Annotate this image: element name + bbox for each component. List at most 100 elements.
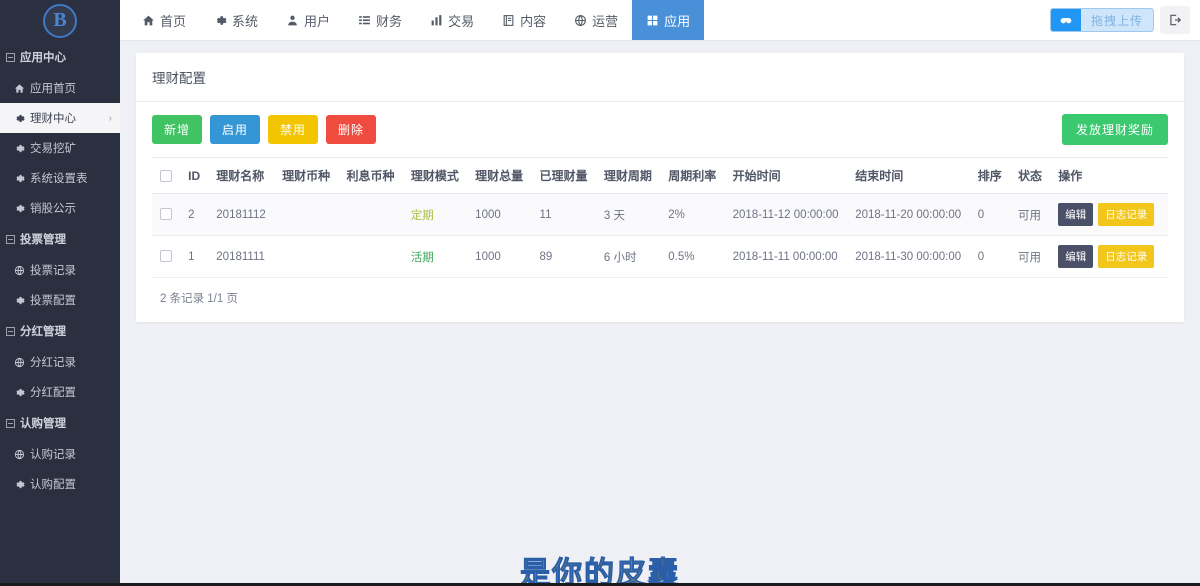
gear-icon <box>14 203 25 214</box>
sidebar-group-label: 投票管理 <box>20 231 66 247</box>
topnav-item-label: 系统 <box>232 11 258 30</box>
row-checkbox[interactable] <box>160 208 172 220</box>
finance-config-table: ID理财名称理财币种利息币种理财模式理财总量已理财量理财周期周期利率开始时间结束… <box>152 157 1168 278</box>
topnav-item-3[interactable]: 财务 <box>344 0 416 40</box>
topnav-item-7[interactable]: 应用 <box>632 0 704 40</box>
row-used: 89 <box>532 236 596 278</box>
topnav-item-4[interactable]: 交易 <box>416 0 488 40</box>
column-header-4: 理财模式 <box>403 158 467 194</box>
column-header-2: 理财币种 <box>274 158 338 194</box>
globe-icon <box>14 357 25 368</box>
enable-button[interactable]: 启用 <box>210 115 260 144</box>
row-edit-button[interactable]: 编辑 <box>1058 245 1093 268</box>
add-button[interactable]: 新增 <box>152 115 202 144</box>
sidebar-item-0-4[interactable]: 销股公示 <box>0 193 120 223</box>
row-id: 2 <box>180 194 208 236</box>
header-actions: 拖拽上传 <box>1050 0 1200 40</box>
row-log-button[interactable]: 日志记录 <box>1098 245 1154 268</box>
row-start-time: 2018-11-11 00:00:00 <box>725 236 848 278</box>
home-icon <box>142 14 155 27</box>
column-header-1: 理财名称 <box>208 158 274 194</box>
main-content: 理财配置 新增 启用 禁用 删除 发放理财奖励 ID理财名称理财币种利息币种理财… <box>120 41 1200 586</box>
sidebar-item-1-1[interactable]: 投票配置 <box>0 285 120 315</box>
issue-reward-button[interactable]: 发放理财奖励 <box>1062 114 1168 145</box>
list-icon <box>358 14 371 27</box>
top-navigation: 首页 系统 用户财务 交易内容运营 应用 <box>120 0 1050 40</box>
sidebar-item-0-0[interactable]: 应用首页 <box>0 73 120 103</box>
select-all-checkbox[interactable] <box>160 170 172 182</box>
row-coin <box>274 236 338 278</box>
sidebar-item-label: 应用首页 <box>30 80 76 96</box>
delete-button[interactable]: 删除 <box>326 115 376 144</box>
drag-upload-badge[interactable]: 拖拽上传 <box>1050 8 1154 32</box>
sidebar-item-0-3[interactable]: 系统设置表 <box>0 163 120 193</box>
row-log-button[interactable]: 日志记录 <box>1098 203 1154 226</box>
mode-badge: 定期 <box>411 210 434 222</box>
sidebar-item-0-1[interactable]: 理财中心› <box>0 103 120 133</box>
row-select[interactable] <box>152 236 180 278</box>
document-icon <box>502 14 515 27</box>
sidebar-item-1-0[interactable]: 投票记录 <box>0 255 120 285</box>
sidebar-item-3-0[interactable]: 认购记录 <box>0 439 120 469</box>
sidebar-item-2-1[interactable]: 分红配置 <box>0 377 120 407</box>
column-header-6: 已理财量 <box>532 158 596 194</box>
column-header-8: 周期利率 <box>660 158 724 194</box>
topnav-item-5[interactable]: 内容 <box>488 0 560 40</box>
row-end-time: 2018-11-30 00:00:00 <box>847 236 970 278</box>
collapse-icon <box>6 327 15 336</box>
topnav-item-label: 用户 <box>304 11 330 30</box>
table-row[interactable]: 120181111活期1000896 小时0.5%2018-11-11 00:0… <box>152 236 1168 278</box>
page-title: 理财配置 <box>136 53 1184 102</box>
globe-icon <box>14 265 25 276</box>
sidebar-item-label: 投票配置 <box>30 292 76 308</box>
gear-icon <box>14 295 25 306</box>
sidebar-group-3[interactable]: 认购管理 <box>0 407 120 439</box>
topnav-item-1[interactable]: 系统 <box>200 0 272 40</box>
grid-icon <box>646 14 659 27</box>
column-header-12: 状态 <box>1010 158 1050 194</box>
column-header-9: 开始时间 <box>725 158 848 194</box>
row-checkbox[interactable] <box>160 250 172 262</box>
app-logo[interactable]: B <box>0 0 120 41</box>
topnav-item-label: 应用 <box>664 11 690 30</box>
logout-icon[interactable] <box>1160 6 1190 34</box>
gear-icon <box>14 387 25 398</box>
sidebar-group-2[interactable]: 分红管理 <box>0 315 120 347</box>
disable-button[interactable]: 禁用 <box>268 115 318 144</box>
sidebar-item-label: 分红配置 <box>30 384 76 400</box>
action-toolbar: 新增 启用 禁用 删除 发放理财奖励 <box>152 114 1168 145</box>
column-header-13: 操作 <box>1050 158 1168 194</box>
sidebar-group-0[interactable]: 应用中心 <box>0 41 120 73</box>
row-period: 3 天 <box>596 194 660 236</box>
user-icon <box>286 14 299 27</box>
row-period: 6 小时 <box>596 236 660 278</box>
row-id: 1 <box>180 236 208 278</box>
sidebar-item-0-2[interactable]: 交易挖矿 <box>0 133 120 163</box>
topnav-item-6[interactable]: 运营 <box>560 0 632 40</box>
sidebar-group-1[interactable]: 投票管理 <box>0 223 120 255</box>
sidebar-item-2-0[interactable]: 分红记录 <box>0 347 120 377</box>
row-select[interactable] <box>152 194 180 236</box>
gear-icon <box>14 173 25 184</box>
row-name: 20181111 <box>208 236 274 278</box>
finance-config-panel: 理财配置 新增 启用 禁用 删除 发放理财奖励 ID理财名称理财币种利息币种理财… <box>136 53 1184 322</box>
row-sort: 0 <box>970 194 1010 236</box>
table-row[interactable]: 220181112定期1000113 天2%2018-11-12 00:00:0… <box>152 194 1168 236</box>
column-header-3: 利息币种 <box>338 158 402 194</box>
row-mode: 定期 <box>403 194 467 236</box>
topnav-item-2[interactable]: 用户 <box>272 0 344 40</box>
sidebar-item-3-1[interactable]: 认购配置 <box>0 469 120 499</box>
sidebar-item-label: 交易挖矿 <box>30 140 76 156</box>
row-actions[interactable]: 编辑日志记录 <box>1050 236 1168 278</box>
bar-chart-icon <box>430 14 443 27</box>
row-actions[interactable]: 编辑日志记录 <box>1050 194 1168 236</box>
pagination-summary: 2 条记录 1/1 页 <box>152 278 1168 322</box>
column-header-11: 排序 <box>970 158 1010 194</box>
row-rate: 0.5% <box>660 236 724 278</box>
topnav-item-0[interactable]: 首页 <box>128 0 200 40</box>
sidebar-item-label: 销股公示 <box>30 200 76 216</box>
row-edit-button[interactable]: 编辑 <box>1058 203 1093 226</box>
left-sidebar: 应用中心应用首页理财中心› 交易挖矿系统设置表销股公示投票管理投票记录投票配置分红… <box>0 41 120 586</box>
gear-icon <box>14 143 25 154</box>
topnav-item-label: 交易 <box>448 11 474 30</box>
